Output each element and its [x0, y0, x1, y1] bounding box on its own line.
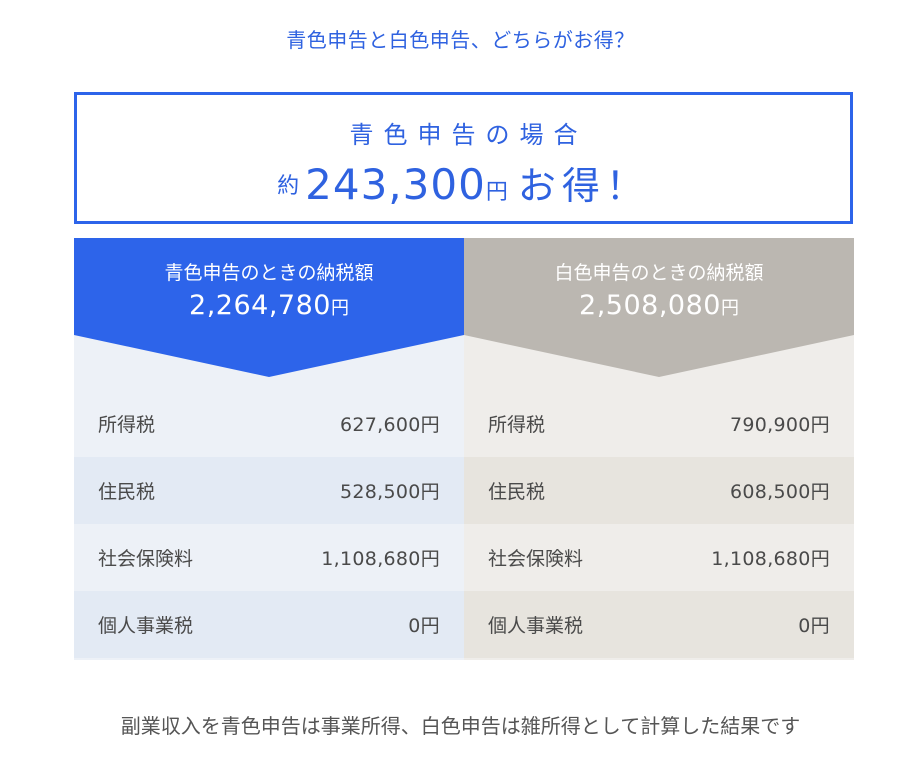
row-label: 所得税 [98, 414, 156, 436]
blue-column-total: 2,264,780円 [74, 290, 464, 321]
table-row: 社会保険料 1,108,680円 [464, 524, 854, 591]
row-value: 608,500円 [730, 481, 830, 503]
row-value: 0円 [408, 615, 440, 637]
row-value: 0円 [798, 615, 830, 637]
white-total-yen: 円 [720, 298, 739, 319]
blue-total-yen: 円 [330, 298, 349, 319]
table-row: 所得税 790,900円 [464, 390, 854, 457]
blue-total-amount: 2,264,780 [189, 290, 331, 321]
row-label: 住民税 [98, 481, 156, 503]
white-total-amount: 2,508,080 [579, 290, 721, 321]
table-row: 社会保険料 1,108,680円 [74, 524, 464, 591]
row-value: 1,108,680円 [711, 548, 830, 570]
white-column-header: 白色申告のときの納税額 2,508,080円 [464, 238, 854, 377]
table-row: 個人事業税 0円 [464, 591, 854, 658]
result-suffix: お得！ [517, 164, 650, 208]
table-row: 住民税 608,500円 [464, 457, 854, 524]
result-box: 青色申告の場合 約 243,300円 お得！ [74, 92, 853, 224]
row-label: 社会保険料 [98, 548, 194, 570]
result-amount: 243,300 [305, 160, 486, 209]
row-value: 790,900円 [730, 414, 830, 436]
table-row: 個人事業税 0円 [74, 591, 464, 658]
blue-column-title: 青色申告のときの納税額 [164, 262, 374, 284]
result-label: 青色申告の場合 [349, 121, 588, 149]
white-column-title: 白色申告のときの納税額 [554, 262, 764, 284]
row-label: 個人事業税 [98, 615, 194, 637]
table-row: 所得税 627,600円 [74, 390, 464, 457]
row-value: 627,600円 [340, 414, 440, 436]
blue-filing-column: 青色申告のときの納税額 2,264,780円 所得税 627,600円 住民税 … [74, 238, 464, 660]
page-heading: 青色申告と白色申告、どちらがお得？ [286, 28, 635, 52]
blue-breakdown-list: 所得税 627,600円 住民税 528,500円 社会保険料 1,108,68… [74, 390, 464, 658]
white-breakdown-list: 所得税 790,900円 住民税 608,500円 社会保険料 1,108,68… [464, 390, 854, 658]
blue-column-header: 青色申告のときの納税額 2,264,780円 [74, 238, 464, 377]
row-label: 住民税 [488, 481, 546, 503]
result-prefix: 約 [277, 174, 300, 199]
white-column-total: 2,508,080円 [464, 290, 854, 321]
row-value: 528,500円 [340, 481, 440, 503]
row-value: 1,108,680円 [321, 548, 440, 570]
row-label: 社会保険料 [488, 548, 584, 570]
table-row: 住民税 528,500円 [74, 457, 464, 524]
comparison-page: 青色申告と白色申告、どちらがお得？ 青色申告の場合 約 243,300円 お得！ 青… [0, 0, 921, 771]
result-amount-line: 約 243,300円 お得！ [77, 155, 850, 210]
row-label: 所得税 [488, 414, 546, 436]
footnote: 副業収入を青色申告は事業所得、白色申告は雑所得として計算した結果です [120, 714, 801, 738]
white-filing-column: 白色申告のときの納税額 2,508,080円 所得税 790,900円 住民税 … [464, 238, 854, 660]
result-yen: 円 [485, 180, 508, 205]
row-label: 個人事業税 [488, 615, 584, 637]
